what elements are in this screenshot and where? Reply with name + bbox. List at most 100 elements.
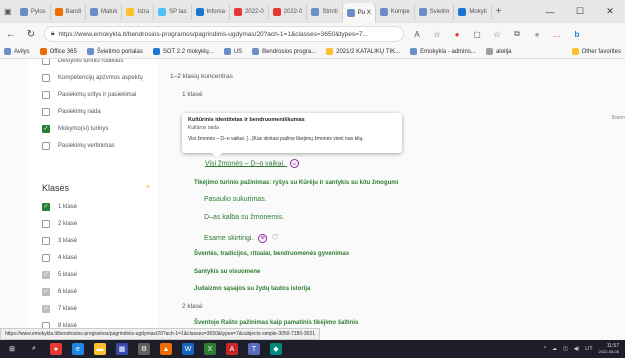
filter-item[interactable]: Dėstymo turinio rodiklius (28, 59, 158, 69)
window-menu-icon: ▣ (4, 7, 12, 16)
subitem-3[interactable]: Esame skirtingi. ⊕ ♡ (204, 233, 278, 243)
word-icon[interactable]: W (182, 343, 194, 355)
extension-icon[interactable]: ● (450, 27, 464, 41)
filter-item[interactable]: Pasiekimų sritys ir pasiekimai (28, 86, 158, 103)
settings-icon[interactable]: ⚙ (138, 343, 150, 355)
bookmark-item[interactable]: 2021/2 KATALIKŲ TIK... (326, 48, 400, 55)
browser-tab[interactable]: Istra (122, 3, 155, 20)
checkbox[interactable]: ✓ (42, 202, 50, 211)
class-filter-item[interactable]: ✓ 6 klasė (28, 283, 158, 300)
bookmark-item[interactable]: Bendrosios progra... (252, 48, 316, 55)
chevron-up-tray-icon[interactable]: ^ (544, 346, 546, 352)
heart-icon[interactable]: ♡ (271, 233, 278, 242)
heading-main[interactable]: Tikėjimo turinio pažinimas: ryšys su Kūr… (194, 180, 398, 186)
filter-item[interactable]: ✓ Mokymo(si) turinys (28, 120, 158, 137)
item-link[interactable]: Visi žmonės – D–o vaikai. ☺ (205, 159, 299, 168)
bookmark-item[interactable]: Office 365 (39, 48, 77, 55)
browser-tab[interactable]: Matuk (86, 3, 123, 20)
browser-tab[interactable]: Svietim (415, 3, 455, 20)
new-tab-button[interactable]: + (492, 4, 506, 20)
subitem-2[interactable]: D–as kalba su žmonemis. (204, 214, 284, 221)
address-bar[interactable]: 🔒︎ https://www.emokykla.lt/bendrosios-pr… (44, 26, 404, 42)
class-filter-item[interactable]: ✓ 5 klasė (28, 266, 158, 283)
checkbox[interactable] (42, 253, 50, 262)
browser-tab[interactable]: Strinti (307, 3, 343, 20)
bookmark-item[interactable]: US (223, 48, 242, 55)
checkbox[interactable] (42, 107, 50, 116)
search-icon[interactable]: ⌕ (28, 343, 40, 355)
acrobat-icon[interactable]: A (226, 343, 238, 355)
profile-avatar[interactable]: ● (530, 27, 544, 41)
explorer-icon[interactable]: ▬ (94, 343, 106, 355)
bookmark-item[interactable]: ateilja (485, 48, 512, 55)
refresh-button[interactable]: ↻ (24, 27, 38, 41)
browser-tab[interactable]: Pu X (342, 3, 376, 23)
more-extensions-icon[interactable]: … (550, 27, 564, 41)
language-indicator[interactable]: LIT (585, 346, 592, 352)
bookmark-label: Bendrosios progra... (262, 48, 317, 55)
excel-icon[interactable]: X (204, 343, 216, 355)
bookmark-item[interactable]: Emokykla - admins... (410, 48, 476, 55)
other-favorites-button[interactable]: Other favorites (571, 48, 621, 55)
favorites-bar-icon[interactable]: ☆ (490, 27, 504, 41)
back-button[interactable]: ← (4, 27, 18, 41)
cloud-icon[interactable]: ☁ (552, 346, 557, 352)
favorites-star-icon[interactable]: ☆ (430, 27, 444, 41)
volume-icon[interactable]: ◀) (574, 346, 580, 352)
bookmark-item[interactable]: Avilys (4, 48, 30, 55)
window-menu-button[interactable]: ▣ (0, 4, 16, 20)
classes-section-header[interactable]: Klasės ^ (28, 178, 158, 198)
maximize-button[interactable]: ☐ (565, 0, 595, 23)
edge-icon[interactable]: e (72, 343, 84, 355)
checkbox[interactable] (42, 219, 50, 228)
windows-start-icon[interactable]: ⊞ (6, 343, 18, 355)
chrome-icon[interactable]: ● (50, 343, 62, 355)
read-aloud-button[interactable]: A (410, 27, 424, 41)
clock[interactable]: 11:57 2022-05-08 (599, 343, 619, 355)
checkbox[interactable] (42, 141, 50, 150)
checkbox[interactable] (42, 90, 50, 99)
browser-tab[interactable]: Kompe (376, 3, 415, 20)
globe-icon[interactable]: ⊕ (258, 233, 268, 243)
heading-4[interactable]: Judaizmo sąsajos su žydų tautos istorija (194, 286, 310, 292)
class-filter-item[interactable]: 4 klasė (28, 249, 158, 266)
filter-item[interactable]: Pasiekimų vertinimas (28, 137, 158, 154)
checkbox[interactable]: ✓ (42, 287, 50, 296)
collections-icon[interactable]: ⧉ (510, 27, 524, 41)
heading-5[interactable]: Šventojo Rašto pažinimas kaip pamatinis … (194, 320, 358, 326)
minimize-button[interactable]: — (535, 0, 565, 23)
heading-2[interactable]: Šventės, tradicijos, ritualai, bendruome… (194, 251, 349, 257)
bookmark-item[interactable]: SOT 2.2 mokyklų... (152, 48, 214, 55)
filter-item[interactable]: Pasiekimų raida (28, 103, 158, 120)
class-filter-item[interactable]: 2 klasė (28, 215, 158, 232)
checkbox[interactable] (42, 73, 50, 82)
browser-tab[interactable]: SP tas (154, 3, 192, 20)
store-icon[interactable]: ▦ (116, 343, 128, 355)
bing-icon[interactable]: b (570, 27, 584, 41)
subitem-1[interactable]: Pasaulio sukurimas. (204, 196, 267, 203)
browser-tab[interactable]: Pylos (16, 3, 51, 20)
brave-icon[interactable]: ▲ (160, 343, 172, 355)
class-filter-item[interactable]: 3 klasė (28, 232, 158, 249)
class-filter-item[interactable]: ✓ 7 klasė (28, 300, 158, 317)
checkbox[interactable] (42, 59, 50, 65)
browser-tab[interactable]: 2022-0 (269, 3, 308, 20)
teams-icon[interactable]: T (248, 343, 260, 355)
network-icon[interactable]: ◫ (563, 346, 568, 352)
heading-3[interactable]: Santykis su visuomene (194, 269, 260, 275)
close-window-button[interactable]: ✕ (595, 0, 625, 23)
browser-tab[interactable]: Bandi (51, 3, 87, 20)
person-badge-icon[interactable]: ☺ (289, 159, 299, 168)
checkbox[interactable] (42, 236, 50, 245)
checkbox[interactable]: ✓ (42, 124, 50, 133)
filter-item[interactable]: Kompetencijų apżvmos aspektų (28, 69, 158, 86)
vpn-icon[interactable]: ◆ (270, 343, 282, 355)
browser-tab[interactable]: Mokyti (454, 3, 492, 20)
checkbox[interactable]: ✓ (42, 304, 50, 313)
split-screen-icon[interactable]: ▢ (470, 27, 484, 41)
class-filter-item[interactable]: ✓ 1 klasė (28, 198, 158, 215)
bookmark-item[interactable]: Švietimo portalas (86, 48, 143, 55)
browser-tab[interactable]: Infoma (192, 3, 230, 20)
browser-tab[interactable]: 2022-0 (230, 3, 269, 20)
checkbox[interactable]: ✓ (42, 270, 50, 279)
